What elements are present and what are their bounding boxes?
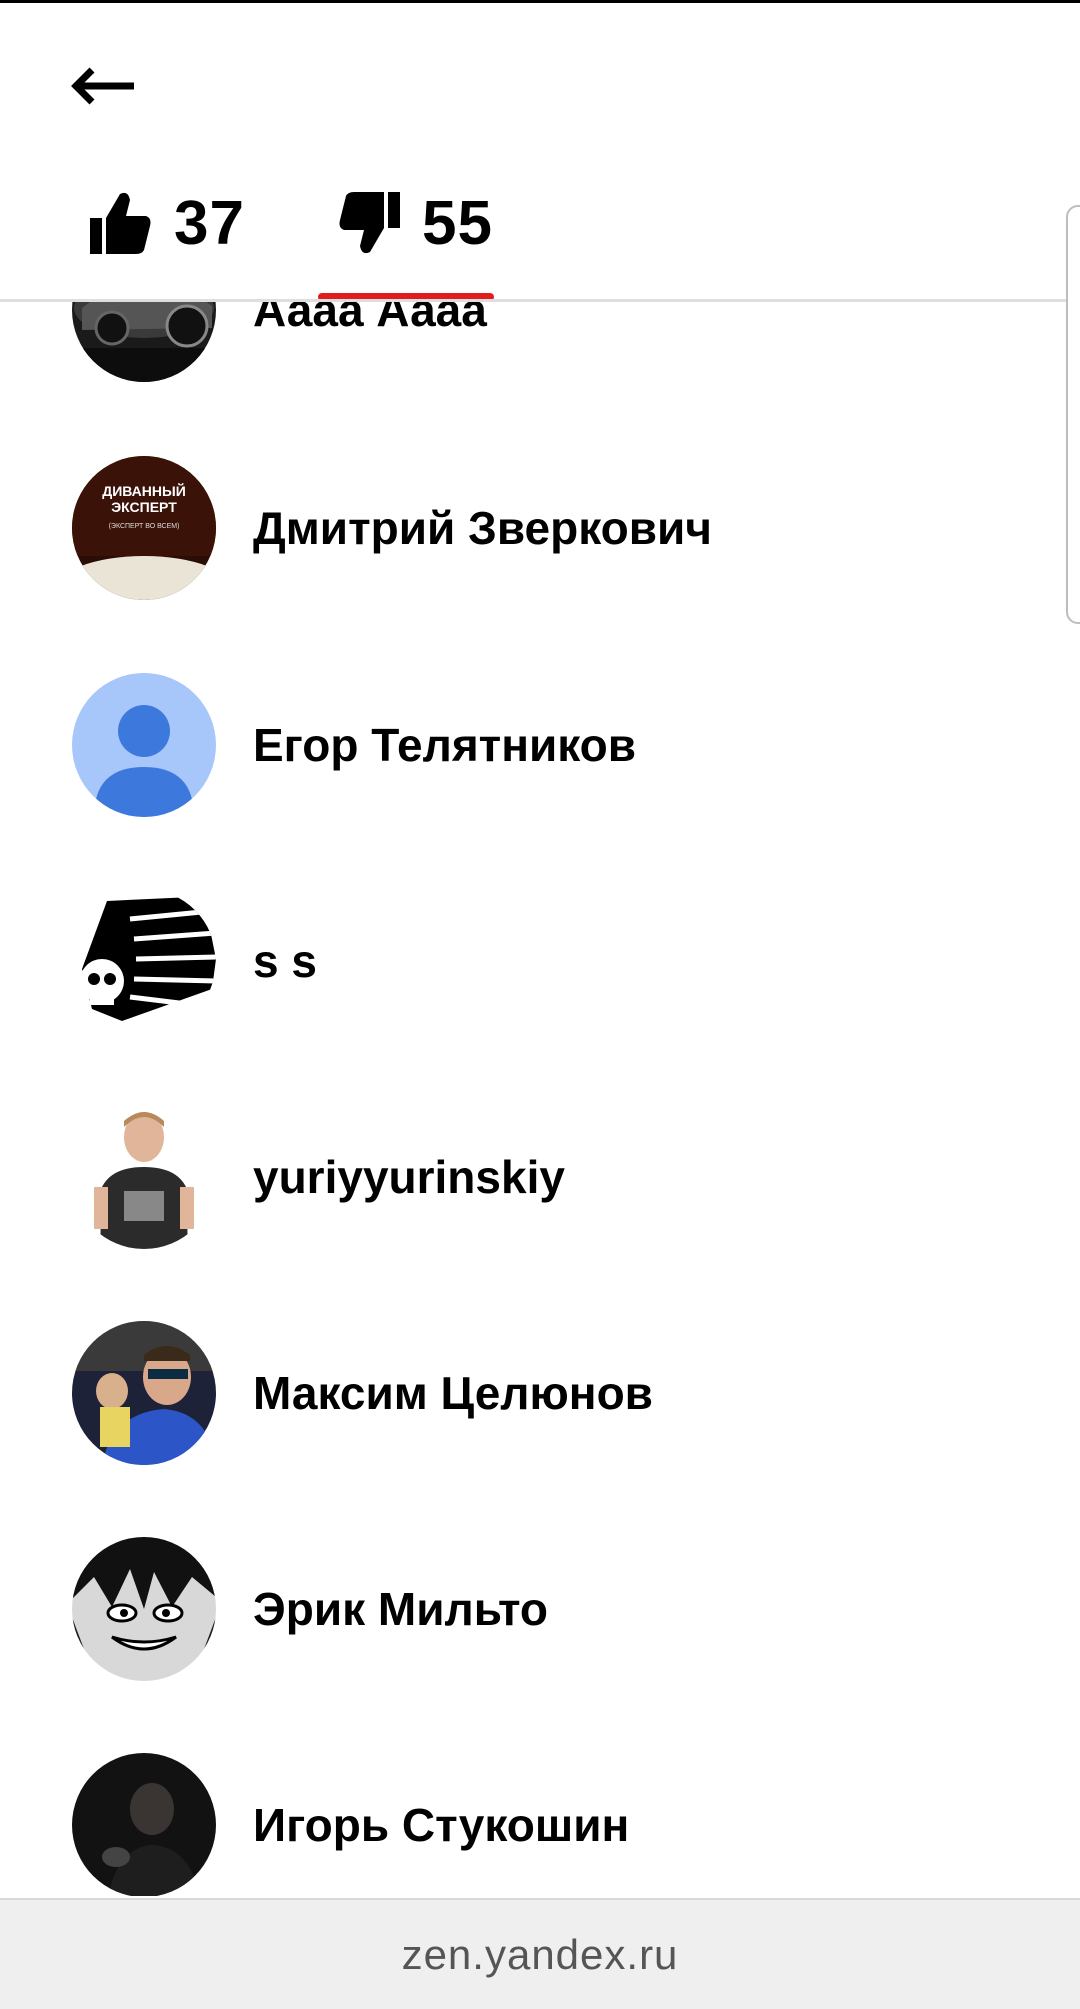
tab-likes[interactable]: 37 bbox=[90, 173, 245, 273]
user-name: s s bbox=[253, 935, 317, 987]
avatar-text: (ЭКСПЕРТ ВО ВСЕМ) bbox=[109, 523, 180, 530]
tab-dislikes[interactable]: 55 bbox=[338, 173, 493, 273]
user-avatar bbox=[72, 1753, 216, 1896]
user-name: Игорь Стукошин bbox=[253, 1799, 630, 1851]
avatar-text: ДИВАННЫЙ bbox=[102, 482, 186, 499]
list-item[interactable]: s s bbox=[0, 881, 1080, 1041]
user-avatar bbox=[72, 673, 216, 817]
list-item[interactable]: Максим Целюнов bbox=[0, 1313, 1080, 1473]
user-name: Эрик Мильто bbox=[253, 1583, 548, 1635]
arrow-left-icon bbox=[71, 67, 134, 105]
user-name: yuriyyurinskiy bbox=[253, 1151, 565, 1203]
list-item[interactable]: Егор Телятников bbox=[0, 665, 1080, 825]
list-item[interactable]: Эрик Мильто bbox=[0, 1529, 1080, 1689]
user-avatar: ДИВАННЫЙ ЭКСПЕРТ (ЭКСПЕРТ ВО ВСЕМ) bbox=[72, 456, 216, 600]
header: 37 55 bbox=[0, 3, 1080, 300]
dislikes-count: 55 bbox=[422, 188, 493, 258]
user-name: Максим Целюнов bbox=[253, 1367, 653, 1419]
avatar-text: ЭКСПЕРТ bbox=[111, 499, 177, 515]
thumbs-down-icon bbox=[339, 192, 400, 254]
list-item[interactable]: ДИВАННЫЙ ЭКСПЕРТ (ЭКСПЕРТ ВО ВСЕМ) Дмитр… bbox=[0, 448, 1080, 608]
header-divider bbox=[0, 299, 1080, 302]
likes-count: 37 bbox=[174, 188, 245, 258]
user-name: Егор Телятников bbox=[253, 719, 637, 771]
user-avatar bbox=[72, 1105, 216, 1249]
user-avatar bbox=[72, 1321, 216, 1465]
user-avatar bbox=[72, 889, 216, 1033]
user-avatar bbox=[72, 1537, 216, 1681]
list-item[interactable]: yuriyyurinskiy bbox=[0, 1097, 1080, 1257]
url-bar: zen.yandex.ru bbox=[0, 1898, 1080, 2009]
list-item[interactable]: Игорь Стукошин bbox=[0, 1745, 1080, 1896]
user-name: Дмитрий Зверкович bbox=[253, 502, 712, 554]
thumbs-up-icon bbox=[90, 192, 151, 254]
site-url: zen.yandex.ru bbox=[401, 1930, 679, 1978]
back-button[interactable] bbox=[60, 53, 144, 119]
scrollbar-handle[interactable] bbox=[1066, 205, 1080, 624]
